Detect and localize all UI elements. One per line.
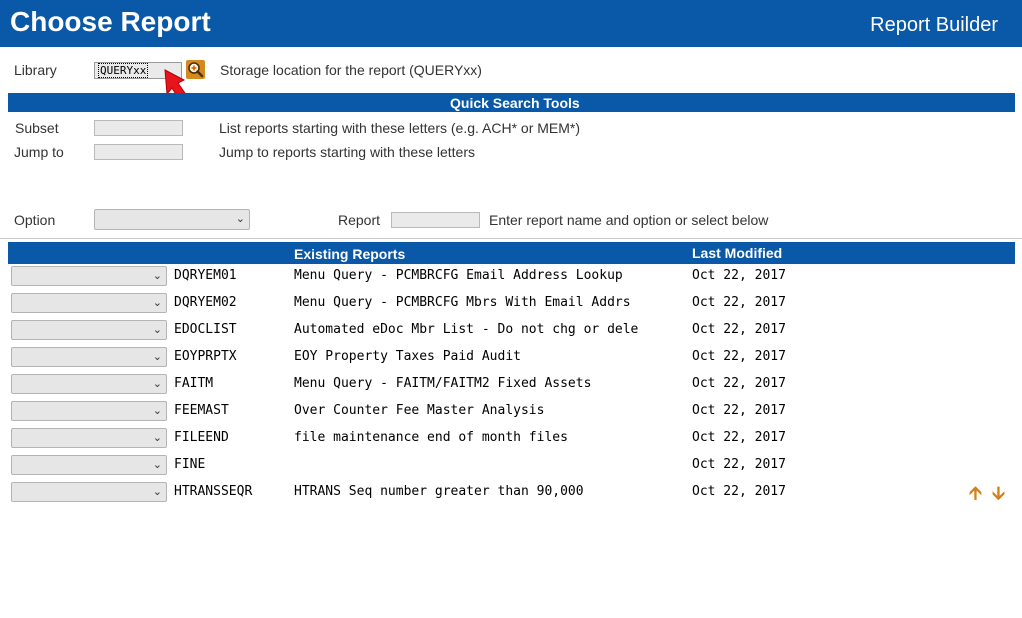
row-option-select[interactable]: ⌄ bbox=[11, 347, 167, 367]
table-row: ⌄ EDOCLIST Automated eDoc Mbr List - Do no… bbox=[0, 319, 1022, 346]
table-row: ⌄ FILEEND file maintenance end of month fi… bbox=[0, 427, 1022, 454]
jump-to-label: Jump to bbox=[14, 144, 64, 160]
report-modified: Oct 22, 2017 bbox=[692, 349, 786, 364]
chevron-down-icon: ⌄ bbox=[152, 351, 162, 363]
subset-label: Subset bbox=[15, 120, 59, 136]
report-name[interactable]: DQRYEM02 bbox=[174, 295, 237, 310]
subset-description: List reports starting with these letters… bbox=[219, 120, 581, 136]
report-name[interactable]: FINE bbox=[174, 457, 205, 472]
table-row: ⌄ EOYPRPTX EOY Property Taxes Paid Audit Oc… bbox=[0, 346, 1022, 373]
library-input-value: QUERYxx bbox=[98, 63, 149, 78]
table-row: ⌄ HTRANSSEQR HTRANS Seq number greater tha… bbox=[0, 481, 1022, 508]
table-row: ⌄ FEEMAST Over Counter Fee Master Analysis… bbox=[0, 400, 1022, 427]
report-label: Report bbox=[338, 212, 381, 228]
jump-to-description: Jump to reports starting with these lett… bbox=[219, 144, 475, 160]
arrow-down-icon[interactable]: 🡫 bbox=[992, 481, 1005, 511]
report-desc: file maintenance end of month files bbox=[294, 430, 568, 445]
report-modified: Oct 22, 2017 bbox=[692, 268, 786, 283]
chevron-down-icon: ⌄ bbox=[152, 324, 162, 336]
report-name[interactable]: DQRYEM01 bbox=[174, 268, 237, 283]
report-desc: Menu Query - PCMBRCFG Email Address Look… bbox=[294, 268, 623, 283]
table-row: ⌄ FAITM Menu Query - FAITM/FAITM2 Fixed As… bbox=[0, 373, 1022, 400]
row-option-select[interactable]: ⌄ bbox=[11, 374, 167, 394]
report-name[interactable]: EOYPRPTX bbox=[174, 349, 237, 364]
row-option-select[interactable]: ⌄ bbox=[11, 320, 167, 340]
report-modified: Oct 22, 2017 bbox=[692, 430, 786, 445]
section-divider bbox=[0, 238, 1022, 239]
chevron-down-icon: ⌄ bbox=[152, 432, 162, 444]
subset-input[interactable] bbox=[94, 120, 183, 136]
row-option-select[interactable]: ⌄ bbox=[11, 482, 167, 502]
row-option-select[interactable]: ⌄ bbox=[11, 401, 167, 421]
chevron-down-icon: ⌄ bbox=[152, 486, 162, 498]
row-option-select[interactable]: ⌄ bbox=[11, 428, 167, 448]
report-desc: HTRANS Seq number greater than 90,000 bbox=[294, 484, 584, 499]
reports-table-header: Existing Reports Last Modified bbox=[8, 242, 1015, 264]
report-name[interactable]: FILEEND bbox=[174, 430, 229, 445]
quick-search-bar: Quick Search Tools bbox=[8, 93, 1015, 112]
report-desc: Menu Query - FAITM/FAITM2 Fixed Assets bbox=[294, 376, 592, 391]
row-option-select[interactable]: ⌄ bbox=[11, 293, 167, 313]
report-desc: Over Counter Fee Master Analysis bbox=[294, 403, 545, 418]
chevron-down-icon: ⌄ bbox=[152, 405, 162, 417]
chevron-down-icon: ⌄ bbox=[152, 378, 162, 390]
report-name-input[interactable] bbox=[391, 212, 480, 228]
app-name: Report Builder bbox=[870, 14, 998, 36]
chevron-down-icon: ⌄ bbox=[152, 459, 162, 471]
chevron-down-icon: ⌄ bbox=[235, 213, 245, 225]
report-name[interactable]: FAITM bbox=[174, 376, 213, 391]
report-modified: Oct 22, 2017 bbox=[692, 376, 786, 391]
report-name[interactable]: EDOCLIST bbox=[174, 322, 237, 337]
report-desc: Menu Query - PCMBRCFG Mbrs With Email Ad… bbox=[294, 295, 631, 310]
arrow-up-icon[interactable]: 🡩 bbox=[969, 481, 982, 511]
col-existing-reports: Existing Reports bbox=[294, 246, 406, 262]
row-option-select[interactable]: ⌄ bbox=[11, 455, 167, 475]
report-desc: EOY Property Taxes Paid Audit bbox=[294, 349, 521, 364]
table-row: ⌄ FINE Oct 22, 2017 bbox=[0, 454, 1022, 481]
chevron-down-icon: ⌄ bbox=[152, 297, 162, 309]
report-modified: Oct 22, 2017 bbox=[692, 295, 786, 310]
report-modified: Oct 22, 2017 bbox=[692, 484, 786, 499]
library-label: Library bbox=[14, 62, 57, 78]
report-modified: Oct 22, 2017 bbox=[692, 403, 786, 418]
table-row: ⌄ DQRYEM02 Menu Query - PCMBRCFG Mbrs With… bbox=[0, 292, 1022, 319]
row-option-select[interactable]: ⌄ bbox=[11, 266, 167, 286]
report-modified: Oct 22, 2017 bbox=[692, 457, 786, 472]
col-last-modified: Last Modified bbox=[692, 245, 783, 261]
report-name[interactable]: HTRANSSEQR bbox=[174, 484, 252, 499]
option-label: Option bbox=[14, 212, 56, 228]
page-header: Choose Report Report Builder bbox=[0, 0, 1022, 47]
report-description: Enter report name and option or select b… bbox=[489, 212, 769, 228]
report-desc: Automated eDoc Mbr List - Do not chg or … bbox=[294, 322, 639, 337]
option-select[interactable]: ⌄ bbox=[94, 209, 250, 230]
jump-to-input[interactable] bbox=[94, 144, 183, 160]
report-modified: Oct 22, 2017 bbox=[692, 322, 786, 337]
page-title: Choose Report bbox=[10, 6, 211, 37]
report-name[interactable]: FEEMAST bbox=[174, 403, 229, 418]
chevron-down-icon: ⌄ bbox=[152, 270, 162, 282]
library-description: Storage location for the report (QUERYxx… bbox=[220, 62, 482, 78]
quick-search-title: Quick Search Tools bbox=[450, 95, 580, 111]
table-row: ⌄ DQRYEM01 Menu Query - PCMBRCFG Email Add… bbox=[0, 265, 1022, 292]
